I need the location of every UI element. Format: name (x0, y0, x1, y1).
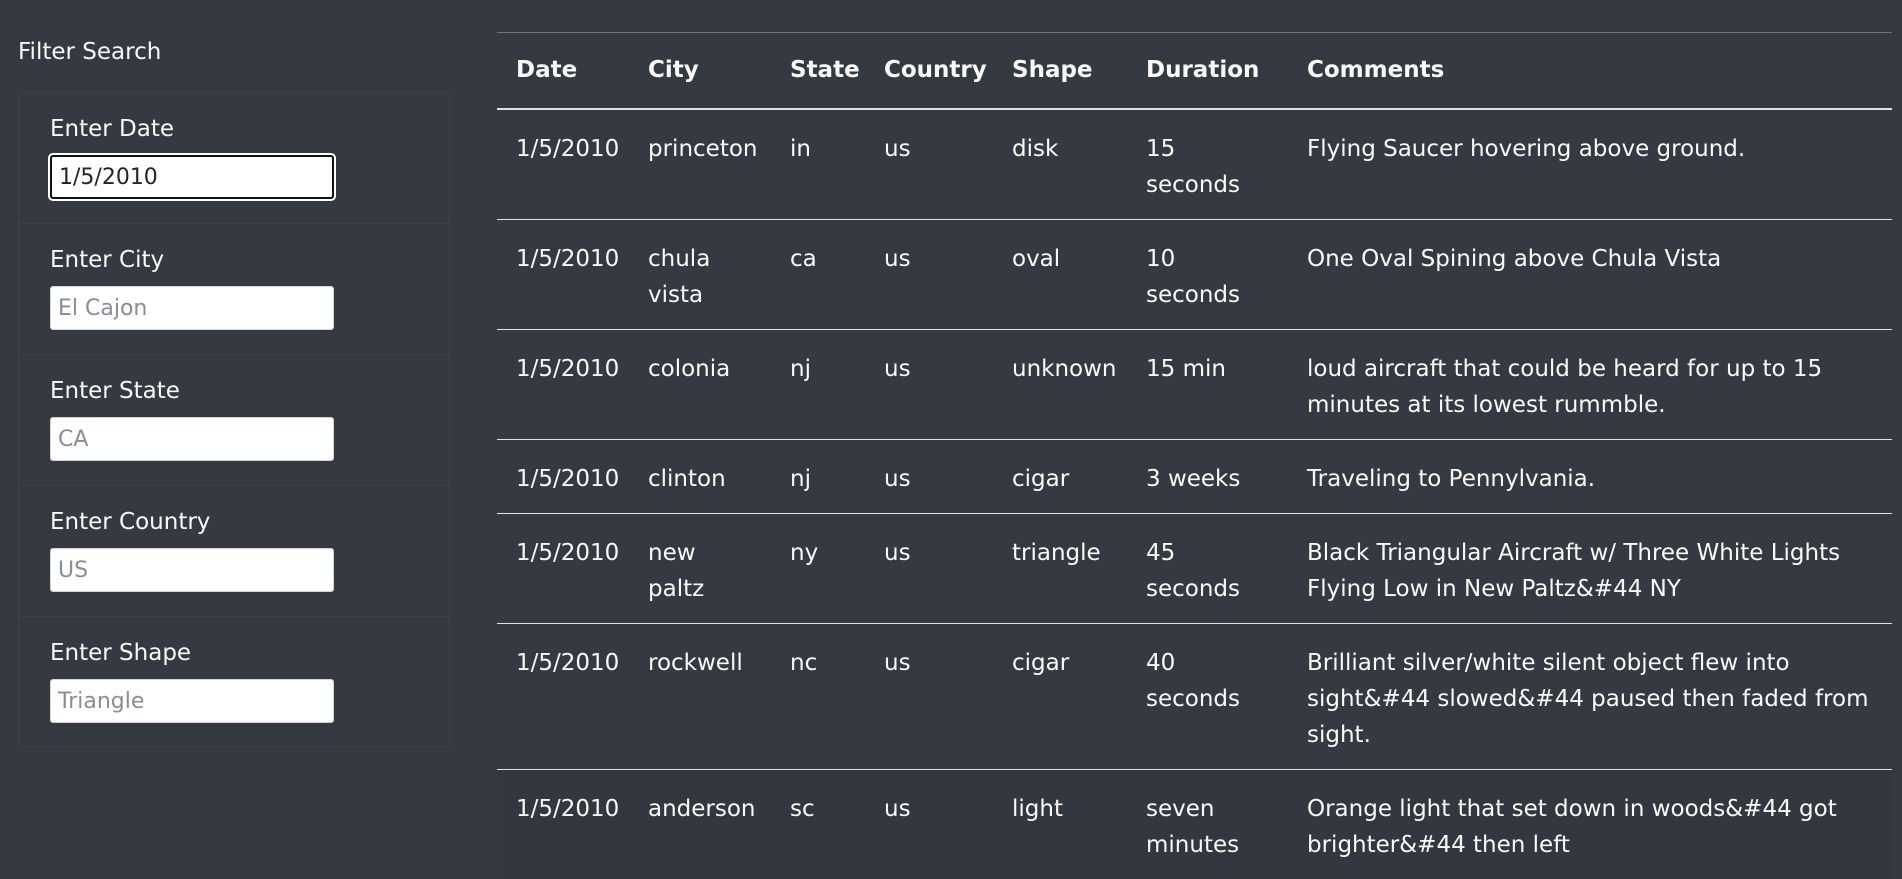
table-row: 1/5/2010 anderson sc us light seven minu… (497, 768, 1892, 879)
date-input[interactable] (50, 155, 334, 199)
cell-duration: 40 seconds (1127, 622, 1288, 769)
city-label: Enter City (50, 247, 165, 273)
header-date: Date (497, 32, 629, 110)
header-comments: Comments (1288, 32, 1892, 110)
cell-comments: Traveling to Pennylvania. (1288, 438, 1892, 513)
cell-duration: 3 weeks (1127, 438, 1288, 513)
filter-item-date: Enter Date (19, 93, 449, 224)
cell-date: 1/5/2010 (497, 622, 629, 769)
table-row: 1/5/2010 chula vista ca us oval 10 secon… (497, 218, 1892, 329)
header-city: City (629, 32, 771, 110)
cell-city: colonia (629, 328, 771, 439)
cell-state: nj (771, 438, 865, 513)
header-shape: Shape (993, 32, 1127, 110)
table-row: 1/5/2010 rockwell nc us cigar 40 seconds… (497, 622, 1892, 769)
cell-shape: cigar (993, 622, 1127, 769)
cell-shape: disk (1012, 135, 1059, 162)
cell-date: 1/5/2010 (497, 438, 629, 513)
country-input[interactable] (50, 548, 334, 592)
filter-sidebar: Filter Search Enter Date Enter City Ente… (18, 36, 450, 747)
table-row: 1/5/2010 new paltz ny us triangle 45 sec… (497, 512, 1892, 623)
state-input[interactable] (50, 417, 334, 461)
cell-city: anderson (629, 768, 771, 879)
filter-title: Filter Search (18, 39, 162, 65)
cell-state: sc (771, 768, 865, 879)
cell-state: ny (771, 512, 865, 623)
cell-shape: unknown (993, 328, 1127, 439)
filter-item-country: Enter Country (19, 486, 449, 617)
cell-shape: triangle (993, 512, 1127, 623)
cell-date: 1/5/2010 (516, 135, 620, 162)
filter-item-city: Enter City (19, 224, 449, 355)
table-row: 1/5/2010 princeton in us disk 15 seconds… (497, 109, 1892, 220)
table-row: 1/5/2010 colonia nj us unknown 15 min lo… (497, 328, 1892, 439)
header-duration: Duration (1127, 32, 1288, 110)
cell-state: ca (771, 218, 865, 329)
cell-state: in (790, 135, 811, 162)
cell-country: us (865, 512, 993, 623)
cell-comments: One Oval Spining above Chula Vista (1288, 218, 1892, 329)
results-table-container: Date City State Country Shape Duration C… (497, 32, 1892, 879)
table-header-row: Date City State Country Shape Duration C… (497, 32, 1892, 110)
cell-date: 1/5/2010 (497, 328, 629, 439)
cell-shape: light (993, 768, 1127, 879)
cell-date: 1/5/2010 (497, 218, 629, 329)
cell-comments: loud aircraft that could be heard for up… (1288, 328, 1892, 439)
filter-item-state: Enter State (19, 355, 449, 486)
header-state: State (771, 32, 865, 110)
cell-country: us (865, 438, 993, 513)
cell-duration: 45 seconds (1127, 512, 1288, 623)
cell-state: nj (771, 328, 865, 439)
cell-date: 1/5/2010 (497, 512, 629, 623)
table-row: 1/5/2010 clinton nj us cigar 3 weeks Tra… (497, 438, 1892, 513)
cell-country: us (865, 218, 993, 329)
cell-state: nc (771, 622, 865, 769)
filter-list: Enter Date Enter City Enter State Enter … (18, 92, 450, 747)
cell-city: new paltz (629, 512, 771, 623)
country-label: Enter Country (50, 509, 211, 535)
cell-country: us (884, 135, 911, 162)
shape-input[interactable] (50, 679, 334, 723)
state-label: Enter State (50, 378, 180, 404)
cell-comments: Orange light that set down in woods&#44 … (1288, 768, 1892, 879)
cell-city: princeton (648, 135, 758, 162)
shape-label: Enter Shape (50, 640, 192, 666)
cell-date: 1/5/2010 (497, 768, 629, 879)
header-country: Country (865, 32, 993, 110)
cell-country: us (865, 622, 993, 769)
cell-shape: cigar (993, 438, 1127, 513)
date-label: Enter Date (50, 116, 175, 142)
cell-city: chula vista (629, 218, 771, 329)
cell-comments: Black Triangular Aircraft w/ Three White… (1288, 512, 1892, 623)
results-table: Date City State Country Shape Duration C… (497, 32, 1892, 879)
cell-city: clinton (629, 438, 771, 513)
cell-duration: 15 seconds (1146, 135, 1241, 198)
cell-country: us (865, 328, 993, 439)
cell-shape: oval (993, 218, 1127, 329)
cell-duration: seven minutes (1127, 768, 1288, 879)
city-input[interactable] (50, 286, 334, 330)
cell-country: us (865, 768, 993, 879)
cell-comments: Brilliant silver/white silent object fle… (1288, 622, 1892, 769)
cell-city: rockwell (629, 622, 771, 769)
filter-item-shape: Enter Shape (19, 617, 449, 746)
cell-comments: Flying Saucer hovering above ground. (1307, 135, 1746, 162)
cell-duration: 15 min (1127, 328, 1288, 439)
cell-duration: 10 seconds (1127, 218, 1288, 329)
